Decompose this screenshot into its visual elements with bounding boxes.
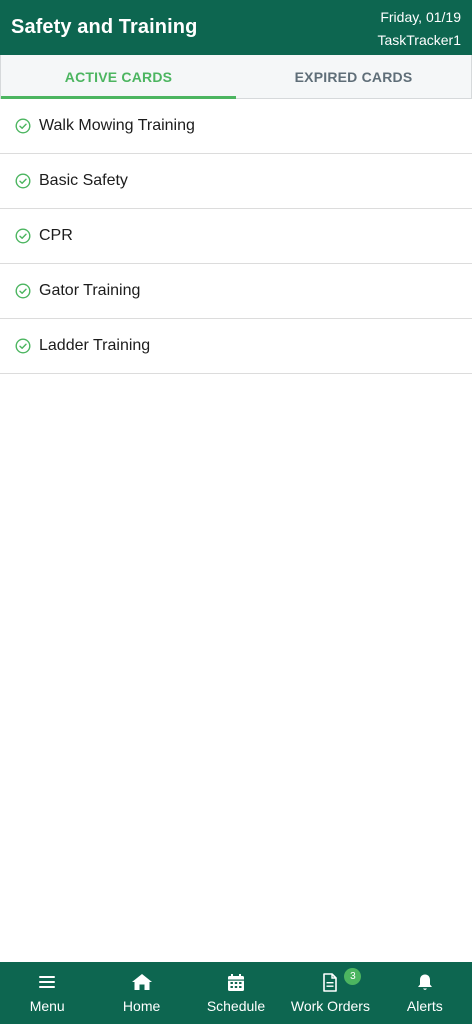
check-circle-icon [15,338,31,354]
card-item-gator-training[interactable]: Gator Training [0,264,472,319]
card-item-walk-mowing-training[interactable]: Walk Mowing Training [0,99,472,154]
check-circle-icon [15,283,31,299]
nav-work-orders-label: Work Orders [290,998,370,1014]
card-item-cpr[interactable]: CPR [0,209,472,264]
card-item-label: CPR [39,227,73,244]
card-item-ladder-training[interactable]: Ladder Training [0,319,472,374]
tab-expired-cards[interactable]: EXPIRED CARDS [236,55,471,98]
card-item-label: Basic Safety [39,172,128,189]
header-user: TaskTracker1 [377,32,461,48]
calendar-icon [227,972,245,992]
nav-work-orders[interactable]: 3 Work Orders [283,962,377,1024]
check-circle-icon [15,228,31,244]
header-date: Friday, 01/19 [380,9,461,25]
nav-schedule[interactable]: Schedule [189,962,283,1024]
nav-home-label: Home [122,998,161,1014]
app-header: Safety and Training Friday, 01/19 TaskTr… [0,0,472,55]
card-item-label: Gator Training [39,282,141,299]
card-item-label: Ladder Training [39,337,151,354]
card-item-label: Walk Mowing Training [39,117,195,134]
check-circle-icon [15,118,31,134]
check-circle-icon [15,173,31,189]
card-list: Walk Mowing Training Basic Safety CPR Ga… [0,99,472,374]
nav-alerts-label: Alerts [406,998,443,1014]
nav-alerts[interactable]: Alerts [378,962,472,1024]
card-tabs: ACTIVE CARDS EXPIRED CARDS [0,55,472,99]
bell-icon [416,972,434,992]
nav-menu[interactable]: Menu [0,962,94,1024]
work-orders-badge: 3 [344,968,362,985]
nav-menu-label: Menu [29,998,65,1014]
nav-schedule-label: Schedule [206,998,266,1014]
bottom-nav: Menu Home Schedule 3 Work Orders Alerts [0,962,472,1024]
home-icon [131,972,153,992]
tab-active-cards[interactable]: ACTIVE CARDS [1,55,236,99]
page-title: Safety and Training [11,16,198,38]
card-item-basic-safety[interactable]: Basic Safety [0,154,472,209]
document-icon [322,972,338,992]
menu-icon [38,972,56,992]
nav-home[interactable]: Home [94,962,188,1024]
